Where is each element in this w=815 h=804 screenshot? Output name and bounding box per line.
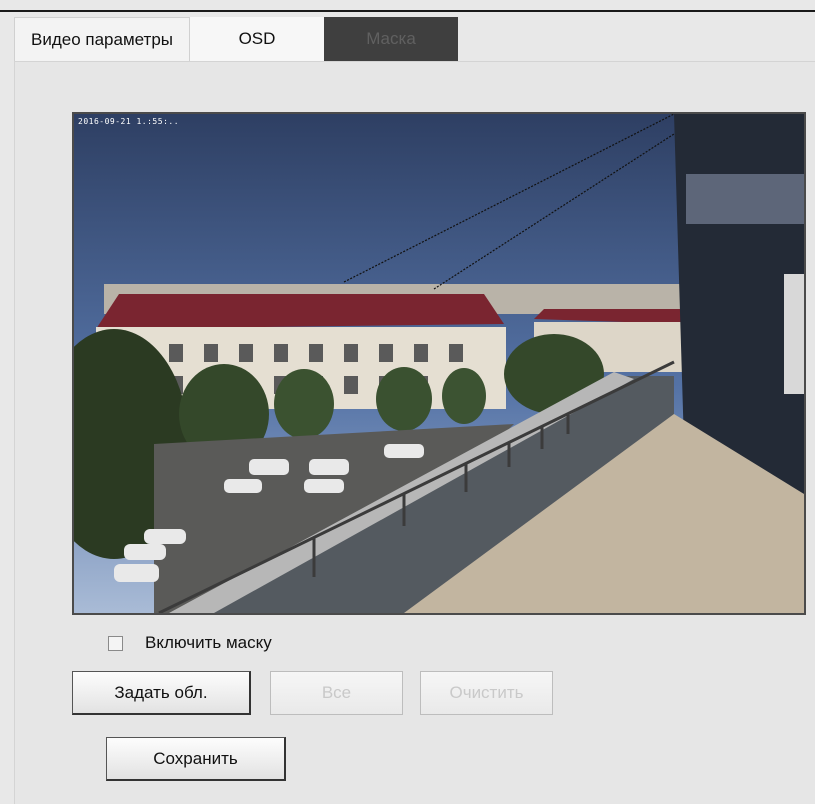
tab-video-params[interactable]: Видео параметры: [14, 17, 190, 61]
enable-mask-checkbox[interactable]: [108, 635, 123, 651]
video-preview[interactable]: 2016-09-21 1.:55:..: [72, 112, 806, 615]
save-button[interactable]: Сохранить: [106, 737, 286, 781]
set-area-button[interactable]: Задать обл.: [72, 671, 251, 715]
osd-timestamp: 2016-09-21 1.:55:..: [78, 117, 180, 126]
enable-mask-label: Включить маску: [145, 633, 272, 652]
camera-image: [74, 114, 804, 613]
select-all-button[interactable]: Все: [270, 671, 403, 715]
tab-mask[interactable]: Маска: [324, 17, 458, 61]
tab-bar: Видео параметры OSD Маска: [14, 17, 458, 61]
enable-mask-row: Включить маску: [108, 633, 272, 653]
top-border: [0, 10, 815, 12]
clear-button[interactable]: Очистить: [420, 671, 553, 715]
tab-osd[interactable]: OSD: [190, 17, 324, 61]
